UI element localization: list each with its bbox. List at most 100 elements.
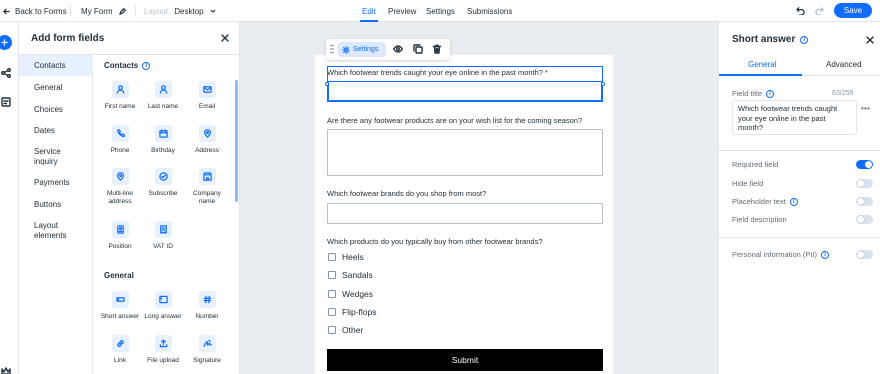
category-layout-elements[interactable]: Layout elements [19, 221, 81, 241]
save-button[interactable]: Save [834, 3, 872, 18]
checkbox-flip-flops[interactable] [328, 308, 336, 316]
tab-settings-label: Settings [426, 6, 455, 16]
category-service-inquiry[interactable]: Service inquiry [19, 147, 79, 167]
info-icon[interactable]: i [821, 250, 830, 259]
field-tile-link[interactable]: Link [98, 335, 142, 365]
field-tile-short-answer[interactable]: Short answer [98, 291, 142, 321]
close-icon[interactable] [221, 34, 229, 42]
duplicate-icon[interactable] [413, 44, 423, 54]
connections-icon[interactable] [1, 68, 11, 78]
tile-label: Position [108, 243, 132, 250]
long-answer-input[interactable] [327, 129, 603, 176]
person-icon [154, 81, 172, 98]
close-icon[interactable] [866, 36, 874, 44]
info-icon[interactable]: i [800, 35, 809, 44]
form-settings-icon[interactable] [1, 97, 11, 107]
panel-scrollbar[interactable] [235, 80, 238, 202]
form-canvas: Which footwear trends caught your eye on… [240, 22, 718, 374]
field-tile-subscribe[interactable]: Subscribe [141, 168, 185, 198]
form-name[interactable]: My Form [81, 0, 126, 22]
long-text-icon [154, 291, 172, 308]
checkbox-sandals[interactable] [328, 271, 336, 279]
envelope-icon [198, 81, 216, 98]
category-label: Dates [34, 126, 55, 135]
pencil-icon[interactable] [118, 7, 126, 15]
field-title-input[interactable]: Which footwear trends caught your eye on… [732, 100, 857, 135]
tab-submissions[interactable]: Submissions [467, 0, 512, 22]
info-icon[interactable]: i [766, 89, 775, 98]
undo-icon[interactable] [796, 6, 805, 15]
save-label: Save [843, 6, 863, 15]
submit-button[interactable]: Submit [327, 349, 603, 371]
layout-selector[interactable]: Layout: Desktop [144, 0, 216, 22]
field-description-toggle[interactable] [856, 215, 873, 224]
field-tile-number[interactable]: Number [185, 291, 229, 321]
field-tile-multi-line-address[interactable]: Multi-line address [98, 168, 142, 206]
toggle-label: Placeholder text [732, 197, 786, 206]
more-icon[interactable]: • • • [861, 104, 870, 113]
pii-toggle[interactable] [856, 250, 873, 259]
field-tile-long-answer[interactable]: Long answer [141, 291, 185, 321]
resize-handle[interactable] [325, 82, 329, 86]
hide-field-toggle[interactable] [856, 179, 873, 188]
field-tile-phone[interactable]: Phone [98, 125, 142, 155]
drag-handle-icon[interactable] [330, 44, 334, 54]
trash-icon[interactable] [432, 44, 442, 54]
required-field-label: Required field [732, 160, 778, 169]
toggle-knob [857, 180, 864, 187]
toggle-label: Hide field [732, 179, 764, 188]
tab-general[interactable]: General [748, 60, 776, 69]
category-general[interactable]: General [19, 83, 93, 93]
field-tile-birthday[interactable]: Birthday [141, 125, 185, 155]
tab-edit[interactable]: Edit [360, 0, 378, 22]
checkbox-heels[interactable] [328, 253, 336, 261]
back-to-forms-link[interactable]: Back to Forms [3, 0, 67, 22]
question-label-4: Which products do you typically buy from… [327, 237, 543, 246]
field-tile-signature[interactable]: Signature [185, 335, 229, 365]
eye-icon[interactable] [393, 44, 403, 54]
top-bar: Back to Forms My Form Layout: Desktop Ed… [0, 0, 880, 22]
tab-edit-label: Edit [362, 6, 376, 16]
field-tile-file-upload[interactable]: File upload [141, 335, 185, 365]
location-pin-icon [198, 125, 216, 142]
building-icon [198, 168, 216, 185]
field-tile-email[interactable]: Email [185, 81, 229, 111]
info-icon[interactable]: i [789, 197, 798, 206]
field-tile-address[interactable]: Address [185, 125, 229, 155]
short-answer-input[interactable] [328, 81, 602, 101]
field-tile-vat-id[interactable]: VAT ID [141, 221, 185, 251]
tile-label: Multi-line address [106, 190, 133, 205]
general-title-text: General [104, 271, 134, 280]
field-settings-label: Settings [353, 46, 379, 53]
tab-advanced[interactable]: Advanced [826, 60, 862, 69]
field-tile-company-name[interactable]: Company name [185, 168, 229, 206]
section-divider [719, 237, 880, 238]
category-choices[interactable]: Choices [19, 105, 93, 115]
redo-icon[interactable] [815, 6, 824, 15]
category-contacts[interactable]: Contacts [19, 55, 93, 76]
tab-settings[interactable]: Settings [426, 0, 455, 22]
tab-advanced-label: Advanced [826, 60, 862, 69]
category-buttons[interactable]: Buttons [19, 200, 93, 210]
general-section-title: General [104, 271, 134, 280]
category-dates[interactable]: Dates [19, 126, 93, 136]
layout-value: Desktop [174, 6, 204, 16]
checkbox-other[interactable] [328, 326, 336, 334]
question-label-2: Are there any footwear products are on y… [327, 116, 583, 125]
category-payments[interactable]: Payments [19, 178, 93, 188]
field-tile-first-name[interactable]: First name [98, 81, 142, 111]
tile-label: Long answer [144, 313, 182, 320]
plus-icon[interactable] [0, 35, 12, 50]
tab-preview[interactable]: Preview [388, 0, 416, 22]
category-label: Choices [34, 105, 63, 114]
crown-icon[interactable] [1, 366, 11, 374]
checkbox-wedges[interactable] [328, 290, 336, 298]
field-tile-position[interactable]: Position [98, 221, 142, 251]
info-icon[interactable]: i [142, 61, 151, 70]
placeholder-text-toggle[interactable] [856, 197, 873, 206]
required-field-toggle[interactable] [856, 160, 873, 169]
resize-handle[interactable] [601, 82, 605, 86]
field-tile-last-name[interactable]: Last name [141, 81, 185, 111]
field-settings-button[interactable]: Settings [338, 42, 386, 57]
text-input[interactable] [327, 203, 603, 224]
